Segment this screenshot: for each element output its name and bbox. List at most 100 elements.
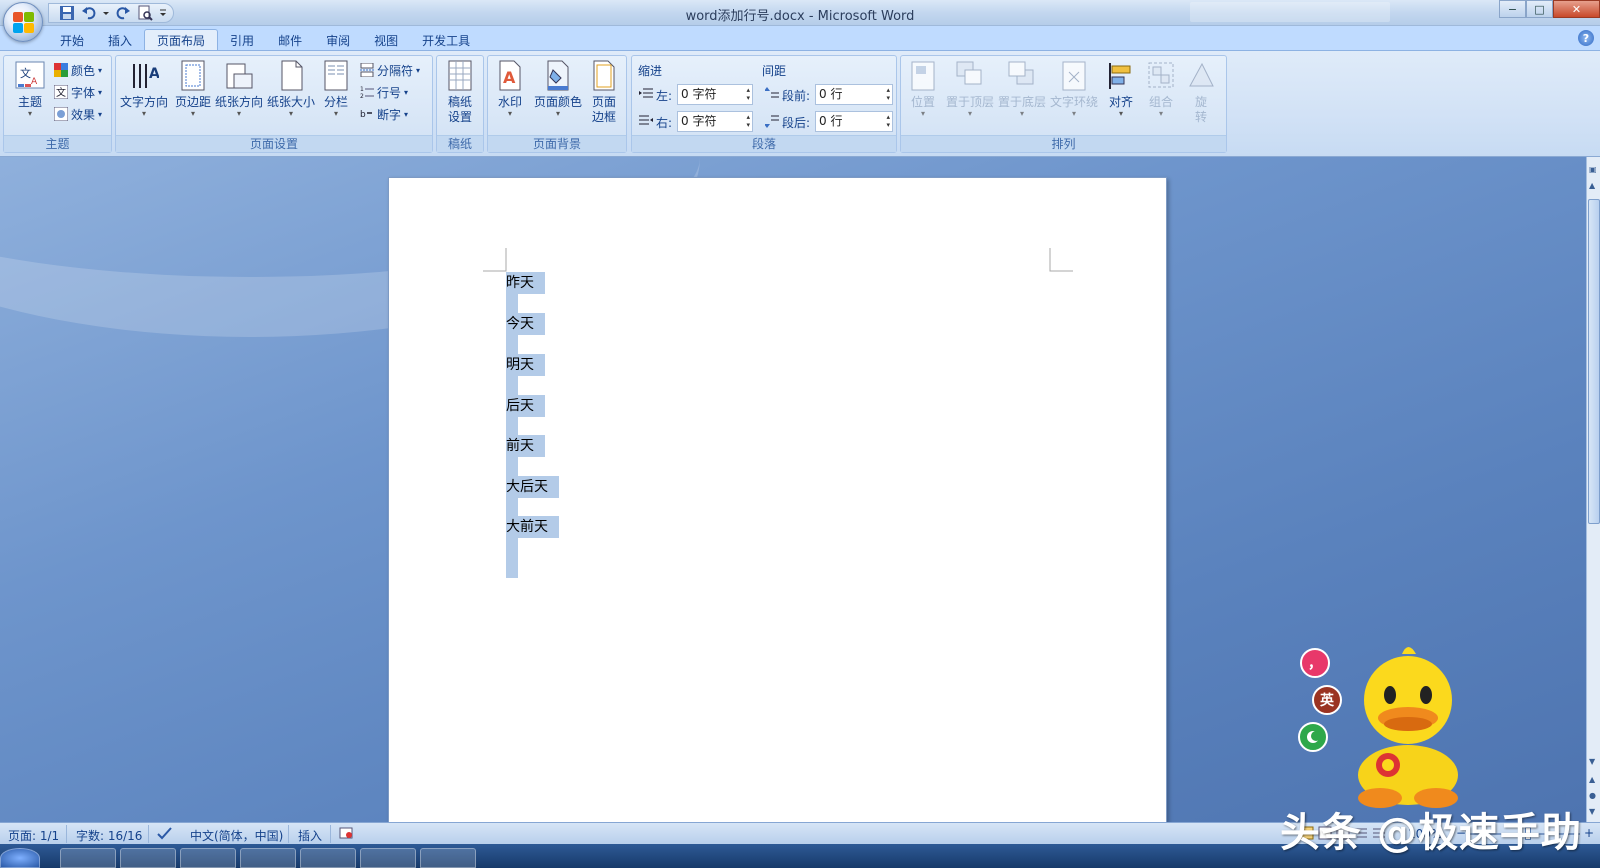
group-page-setup: A 文字方向 ▾ 页边距 ▾ 纸张方向 ▾ 纸张大小 ▾ 分栏 ▾ 分隔符 ▾ 12 行号 ▾ <box>115 55 433 153</box>
status-word-count[interactable]: 字数: 16/16 <box>76 827 142 844</box>
minimize-button[interactable]: − <box>1499 0 1526 18</box>
manuscript-icon <box>445 60 475 92</box>
position-button[interactable]: 位置 ▾ <box>903 60 943 130</box>
group-label-paragraph: 段落 <box>632 135 896 152</box>
theme-colors-button[interactable]: 颜色 ▾ <box>54 60 102 80</box>
document-line[interactable]: 大前天 <box>506 516 559 538</box>
document-line[interactable]: 前天 <box>506 435 545 457</box>
group-label-arrange: 排列 <box>901 135 1226 152</box>
svg-text:文: 文 <box>20 66 31 80</box>
align-icon <box>1106 60 1136 92</box>
document-line[interactable]: 明天 <box>506 354 545 376</box>
close-button[interactable]: ✕ <box>1553 0 1600 18</box>
line-numbers-icon: 12 <box>360 85 374 100</box>
group-arrange: 位置 ▾ 置于顶层 ▾ 置于底层 ▾ 文字环绕 ▾ 对齐 ▾ 组合 ▾ 旋 转 排列 <box>900 55 1227 153</box>
tab-developer[interactable]: 开发工具 <box>410 29 482 51</box>
tab-mailings[interactable]: 邮件 <box>266 29 314 51</box>
send-to-back-button[interactable]: 置于底层 ▾ <box>997 60 1047 130</box>
text-wrap-button[interactable]: 文字环绕 ▾ <box>1049 60 1099 130</box>
themes-button[interactable]: 文A 主题 ▾ <box>8 60 52 130</box>
group-themes: 文A 主题 ▾ 颜色 ▾ 文 字体 ▾ 效果 ▾ 主题 <box>3 55 112 153</box>
tab-references[interactable]: 引用 <box>218 29 266 51</box>
restore-button[interactable]: □ <box>1526 0 1553 18</box>
bring-to-front-icon <box>955 60 985 92</box>
macro-record-icon[interactable] <box>339 826 353 843</box>
office-button[interactable] <box>3 2 43 42</box>
spacing-after-input[interactable]: 0 行 ▴ ▾ <box>815 111 893 132</box>
document-line[interactable]: 大后天 <box>506 476 559 498</box>
start-button[interactable] <box>0 848 40 868</box>
ribbon: 文A 主题 ▾ 颜色 ▾ 文 字体 ▾ 效果 ▾ 主题 A 文字方向 ▾ 页边距 ▾ <box>0 50 1600 157</box>
ruler-toggle-icon[interactable]: ▣ <box>1589 165 1597 174</box>
group-objects-button[interactable]: 组合 ▾ <box>1141 60 1181 130</box>
scroll-thumb[interactable] <box>1588 199 1600 524</box>
tab-page-layout[interactable]: 页面布局 <box>144 29 219 51</box>
orientation-icon <box>224 60 254 92</box>
margins-icon <box>178 60 208 92</box>
status-insert-mode[interactable]: 插入 <box>298 827 322 844</box>
title-bar: word添加行号.docx - Microsoft Word − □ ✕ <box>0 0 1600 42</box>
document-line[interactable]: 后天 <box>506 395 545 417</box>
tab-review[interactable]: 审阅 <box>314 29 362 51</box>
line-numbers-button[interactable]: 12 行号 ▾ <box>360 82 408 102</box>
colors-icon <box>54 63 68 77</box>
taskbar-item[interactable] <box>240 848 296 868</box>
browse-object-icon[interactable]: ● <box>1589 791 1596 800</box>
spacing-before-icon <box>764 87 779 101</box>
status-language[interactable]: 中文(简体，中国) <box>190 827 283 844</box>
columns-button[interactable]: 分栏 ▾ <box>316 60 356 130</box>
fonts-icon: 文 <box>53 84 69 100</box>
help-icon[interactable]: ? <box>1578 30 1594 46</box>
taskbar-item[interactable] <box>120 848 176 868</box>
vertical-scrollbar[interactable]: ▣ ▲ ▼ ▲ ● ▼ <box>1586 157 1600 822</box>
spacing-before-input[interactable]: 0 行 ▴ ▾ <box>815 84 893 105</box>
page-color-button[interactable]: 页面颜色 ▾ <box>532 60 584 130</box>
tab-home[interactable]: 开始 <box>48 29 96 51</box>
columns-icon <box>321 60 351 92</box>
taskbar-item[interactable] <box>360 848 416 868</box>
breaks-button[interactable]: 分隔符 ▾ <box>360 60 420 80</box>
taskbar-item[interactable] <box>300 848 356 868</box>
scroll-down-icon[interactable]: ▼ <box>1589 757 1595 766</box>
indent-right-input[interactable]: 0 字符 ▴ ▾ <box>677 111 753 132</box>
document-line[interactable]: 昨天 <box>506 272 545 294</box>
text-direction-icon: A <box>129 60 160 92</box>
document-page[interactable]: 昨天 今天 明天 后天 前天 大后天 大前天 <box>388 177 1167 822</box>
theme-effects-button[interactable]: 效果 ▾ <box>53 104 102 124</box>
themes-icon: 文A <box>15 60 45 92</box>
svg-text:A: A <box>503 68 516 87</box>
previous-page-icon[interactable]: ▲ <box>1589 775 1595 784</box>
bring-to-front-button[interactable]: 置于顶层 ▾ <box>945 60 995 130</box>
page-borders-button[interactable]: 页面 边框 <box>584 60 624 130</box>
page-color-icon <box>543 60 573 92</box>
paper-size-icon <box>276 60 306 92</box>
paper-size-button[interactable]: 纸张大小 ▾ <box>266 60 316 130</box>
document-line[interactable]: 今天 <box>506 313 545 335</box>
align-button[interactable]: 对齐 ▾ <box>1101 60 1141 130</box>
tab-insert[interactable]: 插入 <box>96 29 144 51</box>
status-page[interactable]: 页面: 1/1 <box>8 827 59 844</box>
indent-right-icon <box>639 114 653 128</box>
zoom-in-button[interactable]: + <box>1584 826 1594 840</box>
svg-text:A: A <box>31 77 38 87</box>
taskbar-item[interactable] <box>420 848 476 868</box>
text-direction-button[interactable]: A 文字方向 ▾ <box>118 60 170 130</box>
manuscript-settings-button[interactable]: 稿纸 设置 <box>438 60 482 130</box>
taskbar-item[interactable] <box>180 848 236 868</box>
svg-text:2: 2 <box>360 93 364 99</box>
theme-fonts-button[interactable]: 文 字体 ▾ <box>53 82 102 102</box>
next-page-icon[interactable]: ▼ <box>1589 807 1595 816</box>
watermark-button[interactable]: A 水印 ▾ <box>490 60 530 130</box>
svg-text:1: 1 <box>360 86 364 93</box>
proofing-icon[interactable] <box>156 825 174 844</box>
tab-view[interactable]: 视图 <box>362 29 410 51</box>
hyphenation-button[interactable]: b 断字 ▾ <box>360 104 408 124</box>
rotate-button[interactable]: 旋 转 <box>1181 60 1221 130</box>
orientation-button[interactable]: 纸张方向 ▾ <box>214 60 264 130</box>
indent-left-input[interactable]: 0 字符 ▴ ▾ <box>677 84 753 105</box>
margins-button[interactable]: 页边距 ▾ <box>170 60 216 130</box>
indent-left-label: 左: <box>656 89 673 103</box>
office-logo-icon <box>13 12 35 34</box>
scroll-up-icon[interactable]: ▲ <box>1589 181 1595 190</box>
taskbar-item[interactable] <box>60 848 116 868</box>
